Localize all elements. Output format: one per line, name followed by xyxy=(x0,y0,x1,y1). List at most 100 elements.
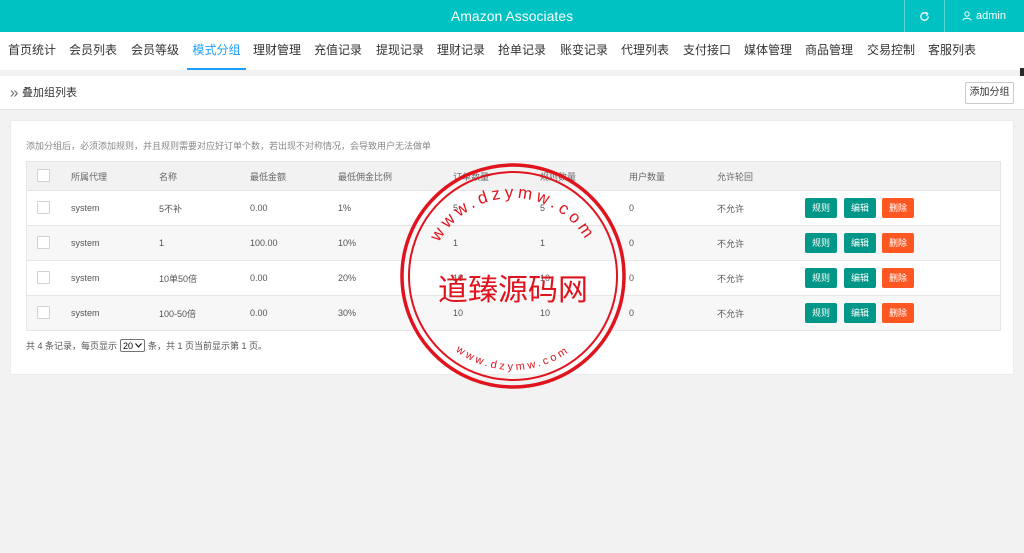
app-title: Amazon Associates xyxy=(450,8,574,24)
column-header: 用户数量 xyxy=(629,171,666,182)
cell-agent: system xyxy=(71,238,100,248)
cell-orders: 10 xyxy=(453,308,464,318)
rule-button[interactable]: 规则 xyxy=(805,198,837,218)
edit-button[interactable]: 编辑 xyxy=(844,198,876,218)
cell-rules: 10 xyxy=(540,308,551,318)
column-header: 规则数量 xyxy=(540,171,577,182)
nav-tab-products[interactable]: 商品管理 xyxy=(805,32,853,70)
column-header: 名称 xyxy=(159,171,178,182)
pagination-info: 条，共 1 页当前显示第 1 页。 xyxy=(148,341,268,351)
cell-min-rate: 10% xyxy=(338,238,357,248)
cell-rules: 10 xyxy=(540,273,551,283)
cell-agent: system xyxy=(71,203,100,213)
page-size-select[interactable]: 20 xyxy=(120,339,146,352)
top-bar: Amazon Associates admin xyxy=(0,0,1024,32)
nav-tab-trade-control[interactable]: 交易控制 xyxy=(867,32,915,70)
table-row: system 100-50倍 0.00 30% 10 10 0 不允许 规则 编… xyxy=(27,295,1000,330)
nav-tab-support[interactable]: 客服列表 xyxy=(928,32,976,70)
cell-users: 0 xyxy=(629,238,635,248)
cell-orders: 1 xyxy=(453,238,459,248)
user-menu[interactable]: admin xyxy=(944,0,1024,32)
nav-tab-finance[interactable]: 理财管理 xyxy=(253,32,301,70)
cell-users: 0 xyxy=(629,203,635,213)
row-checkbox[interactable] xyxy=(37,201,50,214)
edit-button[interactable]: 编辑 xyxy=(844,303,876,323)
cell-rules: 5 xyxy=(540,203,546,213)
nav-tab-members[interactable]: 会员列表 xyxy=(69,32,117,70)
cell-name: 10单50倍 xyxy=(159,273,198,284)
nav-tab-recharge[interactable]: 充值记录 xyxy=(314,32,362,70)
select-all-checkbox[interactable] xyxy=(37,169,50,182)
column-header: 允许轮回 xyxy=(717,171,754,182)
nav-tab-withdraw[interactable]: 提现记录 xyxy=(376,32,424,70)
table-row: system 10单50倍 0.00 20% 10 10 0 不允许 规则 编辑… xyxy=(27,260,1000,295)
nav-tab-grab-orders[interactable]: 抢单记录 xyxy=(498,32,546,70)
cell-orders: 10 xyxy=(453,273,464,283)
cell-min-rate: 1% xyxy=(338,203,352,213)
cell-min-amount: 0.00 xyxy=(250,203,268,213)
cell-rules: 1 xyxy=(540,238,546,248)
nav-tab-media[interactable]: 媒体管理 xyxy=(744,32,792,70)
cell-loop: 不允许 xyxy=(717,273,745,284)
cell-agent: system xyxy=(71,273,100,283)
cell-min-rate: 20% xyxy=(338,273,357,283)
nav-tab-member-levels[interactable]: 会员等级 xyxy=(131,32,179,70)
double-chevron-right-icon xyxy=(10,89,18,97)
cell-name: 100-50倍 xyxy=(159,308,197,319)
rule-button[interactable]: 规则 xyxy=(805,268,837,288)
user-icon xyxy=(962,11,972,21)
cell-min-rate: 30% xyxy=(338,308,357,318)
content-panel: 添加分组后，必须添加规则，并且规则需要对应好订单个数，若出现不对称情况，会导致用… xyxy=(10,120,1014,375)
delete-button[interactable]: 删除 xyxy=(882,233,914,253)
cell-min-amount: 100.00 xyxy=(250,238,278,248)
cell-agent: system xyxy=(71,308,100,318)
nav-tab-dashboard[interactable]: 首页统计 xyxy=(8,32,56,70)
column-header: 订单数量 xyxy=(453,171,490,182)
column-header: 最低金额 xyxy=(250,171,287,182)
pagination: 共 4 条记录，每页显示 20 条，共 1 页当前显示第 1 页。 xyxy=(26,339,267,352)
cell-orders: 5 xyxy=(453,203,459,213)
delete-button[interactable]: 删除 xyxy=(882,303,914,323)
row-checkbox[interactable] xyxy=(37,306,50,319)
cell-users: 0 xyxy=(629,273,635,283)
nav-tab-finance-records[interactable]: 理财记录 xyxy=(437,32,485,70)
refresh-button[interactable] xyxy=(904,0,944,32)
chevron-down-icon xyxy=(135,343,142,348)
table-row: system 5不补 0.00 1% 5 5 0 不允许 规则 编辑 删除 xyxy=(27,190,1000,225)
table-row: system 1 100.00 10% 1 1 0 不允许 规则 编辑 删除 xyxy=(27,225,1000,260)
nav-tab-balance-changes[interactable]: 账变记录 xyxy=(560,32,608,70)
delete-button[interactable]: 删除 xyxy=(882,268,914,288)
cell-loop: 不允许 xyxy=(717,238,745,249)
breadcrumb-bar: 叠加组列表 添加分组 xyxy=(0,76,1024,110)
group-table: 所属代理 名称 最低金额 最低佣金比例 订单数量 规则数量 用户数量 允许轮回 … xyxy=(26,161,1001,331)
notice-text: 添加分组后，必须添加规则，并且规则需要对应好订单个数，若出现不对称情况，会导致用… xyxy=(26,141,432,151)
nav-tab-payment[interactable]: 支付接口 xyxy=(683,32,731,70)
breadcrumb-label: 叠加组列表 xyxy=(22,87,77,99)
table-header: 所属代理 名称 最低金额 最低佣金比例 订单数量 规则数量 用户数量 允许轮回 xyxy=(27,162,1000,190)
cell-min-amount: 0.00 xyxy=(250,308,268,318)
cell-loop: 不允许 xyxy=(717,308,745,319)
cell-loop: 不允许 xyxy=(717,203,745,214)
edit-button[interactable]: 编辑 xyxy=(844,268,876,288)
rule-button[interactable]: 规则 xyxy=(805,303,837,323)
main-nav: 首页统计 会员列表 会员等级 模式分组 理财管理 充值记录 提现记录 理财记录 … xyxy=(0,32,1024,96)
nav-tab-agents[interactable]: 代理列表 xyxy=(621,32,669,70)
delete-button[interactable]: 删除 xyxy=(882,198,914,218)
cell-min-amount: 0.00 xyxy=(250,273,268,283)
pagination-summary: 共 4 条记录，每页显示 xyxy=(26,341,118,351)
rule-button[interactable]: 规则 xyxy=(805,233,837,253)
add-group-button[interactable]: 添加分组 xyxy=(965,82,1014,104)
column-header: 最低佣金比例 xyxy=(338,171,393,182)
nav-tab-mode-groups[interactable]: 模式分组 xyxy=(187,32,246,70)
row-checkbox[interactable] xyxy=(37,236,50,249)
column-header: 所属代理 xyxy=(71,171,108,182)
breadcrumb: 叠加组列表 xyxy=(10,76,77,110)
edit-button[interactable]: 编辑 xyxy=(844,233,876,253)
cell-users: 0 xyxy=(629,308,635,318)
cell-name: 1 xyxy=(159,238,165,248)
page-size-value: 20 xyxy=(123,340,134,351)
refresh-icon xyxy=(919,11,929,21)
user-name: admin xyxy=(976,10,1006,22)
cell-name: 5不补 xyxy=(159,203,183,214)
row-checkbox[interactable] xyxy=(37,271,50,284)
